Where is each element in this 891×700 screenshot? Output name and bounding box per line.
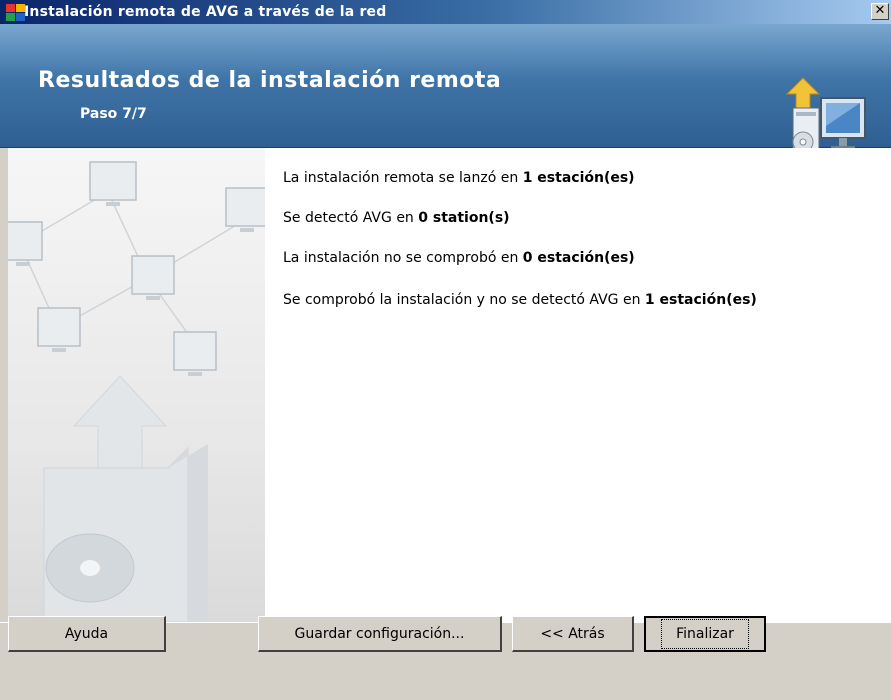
step-indicator: Paso 7/7	[80, 106, 147, 122]
page-title: Resultados de la instalación remota	[38, 68, 502, 93]
network-illustration	[8, 161, 265, 622]
close-button[interactable]: ✕	[871, 3, 889, 20]
install-dialog: Instalación remota de AVG a través de la…	[0, 0, 891, 700]
result-line-not-verified: La instalación no se comprobó en 0 estac…	[283, 250, 635, 266]
close-icon: ✕	[874, 3, 886, 18]
side-illustration	[8, 148, 265, 622]
back-button[interactable]: << Atrás	[512, 616, 634, 652]
window-title: Instalación remota de AVG a través de la…	[24, 4, 387, 20]
title-bar[interactable]: Instalación remota de AVG a través de la…	[0, 0, 891, 24]
launched-count: 1 estación(es)	[522, 170, 635, 186]
finish-button[interactable]: Finalizar	[644, 616, 766, 652]
result-line-launched: La instalación remota se lanzó en 1 esta…	[283, 170, 635, 186]
results-panel: La instalación remota se lanzó en 1 esta…	[265, 148, 891, 622]
avg-logo-icon	[6, 4, 26, 21]
result-line-not-detected: Se comprobó la instalación y no se detec…	[283, 292, 757, 308]
save-config-button[interactable]: Guardar configuración...	[258, 616, 502, 652]
help-button[interactable]: Ayuda	[8, 616, 166, 652]
not-verified-count: 0 estación(es)	[522, 250, 635, 266]
not-detected-count: 1 estación(es)	[644, 292, 757, 308]
detected-count: 0 station(s)	[418, 210, 510, 226]
wizard-header: Resultados de la instalación remota Paso…	[0, 24, 891, 155]
result-line-detected: Se detectó AVG en 0 station(s)	[283, 210, 510, 226]
